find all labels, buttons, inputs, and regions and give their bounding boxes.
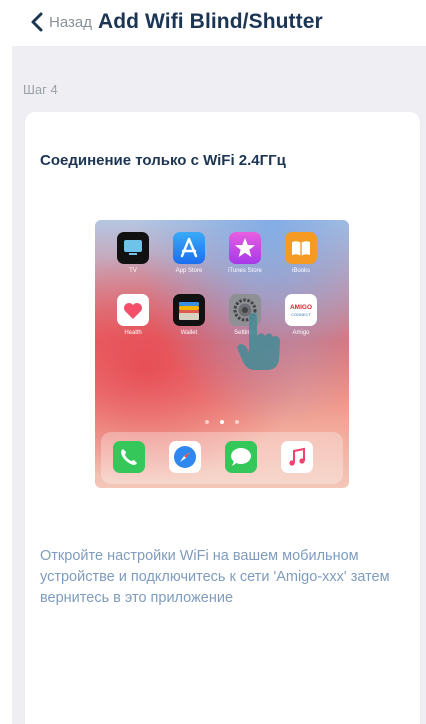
amigo-icon: AMIGO CONNECT bbox=[285, 294, 317, 326]
back-button[interactable]: Назад bbox=[30, 12, 92, 32]
app-label-ibooks: iBooks bbox=[291, 268, 310, 274]
nav-header: Назад Add Wifi Blind/Shutter bbox=[0, 0, 426, 44]
ibooks-icon bbox=[285, 232, 317, 264]
safari-icon bbox=[169, 441, 201, 473]
page-dot bbox=[235, 420, 239, 424]
back-label: Назад bbox=[49, 13, 92, 31]
app-label-app-store: App Store bbox=[175, 268, 203, 274]
app-label-wallet: Wallet bbox=[180, 330, 198, 336]
instruction-text: Откройте настройки WiFi на вашем мобильн… bbox=[40, 548, 390, 606]
phone-illustration: TV App Store iTunes Store iBooks Health … bbox=[95, 220, 349, 488]
app-label-itunes: iTunes Store bbox=[228, 268, 262, 274]
amigo-logo-bottom: CONNECT bbox=[291, 312, 311, 317]
step-label: Шаг 4 bbox=[23, 82, 58, 97]
page-dots bbox=[205, 420, 239, 426]
app-label-amigo: Amigo bbox=[292, 330, 310, 336]
tv-icon bbox=[117, 232, 149, 264]
music-icon bbox=[281, 441, 313, 473]
health-icon bbox=[117, 294, 149, 326]
amigo-logo-top: AMIGO bbox=[289, 304, 313, 311]
wallet-icon bbox=[173, 294, 205, 326]
page-title: Add Wifi Blind/Shutter bbox=[97, 10, 323, 33]
chevron-left-icon bbox=[31, 12, 43, 32]
app-label-tv: TV bbox=[129, 268, 137, 274]
phone-icon bbox=[113, 441, 145, 473]
card-title: Соединение только с WiFi 2.4ГГц bbox=[40, 152, 286, 169]
page-dot bbox=[205, 420, 209, 424]
pointing-hand-icon bbox=[237, 313, 280, 370]
dock bbox=[101, 432, 343, 484]
page-dot-active bbox=[220, 420, 224, 424]
app-label-health: Health bbox=[124, 330, 142, 336]
messages-icon bbox=[225, 441, 257, 473]
app-store-icon bbox=[173, 232, 205, 264]
itunes-store-icon bbox=[229, 232, 261, 264]
